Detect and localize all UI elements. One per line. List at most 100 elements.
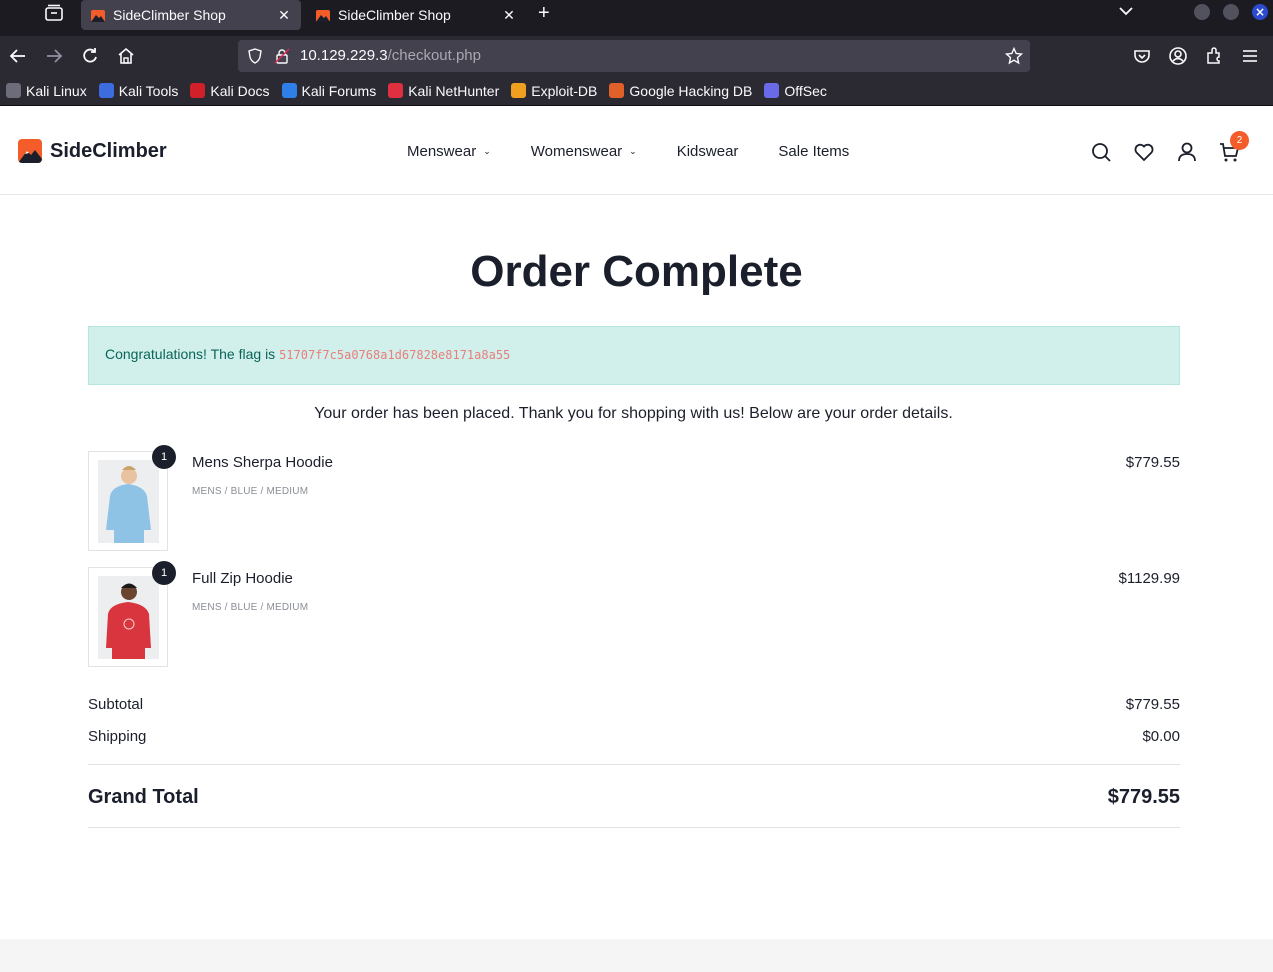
bookmark-label: Exploit-DB (531, 82, 598, 99)
hamburger-menu-icon[interactable] (1240, 46, 1260, 66)
site-logo[interactable]: SideClimber (18, 139, 167, 163)
chevron-down-icon: ⌄ (629, 146, 637, 156)
account-icon[interactable] (1168, 46, 1188, 66)
back-icon[interactable] (8, 46, 28, 66)
url-bar[interactable]: 10.129.229.3/checkout.php (238, 40, 1030, 72)
ghdb-icon (609, 83, 625, 98)
kali-docs-icon (190, 83, 206, 98)
url-text: 10.129.229.3/checkout.php (300, 47, 481, 64)
order-item: 1 Full Zip Hoodie MENS / BLUE / MEDIUM $… (88, 561, 1180, 667)
divider (88, 764, 1180, 765)
page-title: Order Complete (470, 247, 803, 296)
menu-item-kidswear[interactable]: Kidswear (677, 143, 739, 160)
nethunter-icon (388, 83, 404, 98)
tab-sideclimber[interactable]: SideClimber Shop ✕ (306, 0, 526, 30)
close-tab-icon[interactable]: ✕ (502, 7, 516, 24)
bookmark-label: Kali NetHunter (408, 82, 500, 99)
bookmark-item[interactable]: Kali Docs (190, 82, 270, 99)
product-thumbnail[interactable]: 1 (88, 561, 176, 667)
product-variant: MENS / BLUE / MEDIUM (192, 486, 309, 497)
brand-name: SideClimber (50, 139, 167, 162)
page-viewport: SideClimber Menswear ⌄ Womenswear ⌄ Kidswe… (0, 107, 1273, 972)
bookmark-item[interactable]: Exploit-DB (511, 83, 597, 99)
quantity-badge: 1 (152, 445, 176, 469)
bookmark-item[interactable]: Kali Forums (281, 82, 377, 99)
product-image (98, 460, 159, 543)
url-path: /checkout.php (387, 47, 481, 64)
menu-label: Kidswear (676, 143, 739, 160)
forward-icon[interactable] (44, 46, 64, 66)
menu-label: Sale Items (778, 143, 850, 160)
menu-item-womenswear[interactable]: Womenswear ⌄ (531, 143, 637, 160)
new-tab-icon[interactable]: + (538, 2, 550, 25)
product-image (98, 576, 159, 659)
bookmark-item[interactable]: Google Hacking DB (609, 83, 752, 99)
tab-overview-icon[interactable] (44, 4, 64, 22)
grand-total-label: Grand Total (88, 786, 199, 808)
alert-text: Congratulations! The flag is (105, 346, 280, 362)
tab-title: SideClimber Shop (338, 7, 451, 23)
product-name[interactable]: Full Zip Hoodie (192, 570, 293, 587)
bookmark-item[interactable]: Kali Tools (98, 82, 179, 99)
close-tab-icon[interactable]: ✕ (277, 7, 291, 24)
menu-item-sale-items[interactable]: Sale Items (778, 143, 849, 160)
bookmark-item[interactable]: Kali Linux (6, 83, 87, 99)
bookmark-item[interactable]: Kali NetHunter (388, 83, 499, 99)
tab-title: SideClimber Shop (113, 7, 226, 23)
quantity-badge: 1 (152, 561, 176, 585)
tab-sideclimber-active[interactable]: SideClimber Shop ✕ (81, 0, 301, 30)
bookmark-label: Kali Linux (26, 82, 87, 99)
exploit-db-icon (511, 83, 527, 98)
shipping-label: Shipping (88, 728, 147, 745)
close-window-icon[interactable]: × (1252, 4, 1268, 20)
pocket-icon[interactable] (1132, 46, 1152, 66)
product-price: $779.55 (1125, 454, 1180, 471)
product-thumbnail[interactable]: 1 (88, 445, 176, 551)
user-account-icon[interactable] (1176, 141, 1198, 163)
subtotal-value: $779.55 (1125, 696, 1180, 713)
sideclimber-favicon (316, 9, 330, 22)
subtotal-label: Subtotal (88, 696, 144, 713)
success-alert: Congratulations! The flag is 51707f7c5a0… (88, 326, 1180, 385)
wishlist-heart-icon[interactable] (1133, 141, 1155, 163)
product-name[interactable]: Mens Sherpa Hoodie (192, 454, 333, 471)
extensions-icon[interactable] (1204, 46, 1224, 66)
bookmark-star-icon[interactable] (1005, 47, 1023, 65)
kali-dragon-icon (6, 83, 21, 98)
offsec-icon (764, 83, 780, 98)
home-icon[interactable] (116, 46, 136, 66)
reload-icon[interactable] (80, 46, 100, 66)
divider (88, 827, 1180, 828)
bookmark-label: Kali Tools (118, 82, 179, 99)
maximize-window-icon[interactable] (1223, 4, 1239, 20)
bookmark-label: Google Hacking DB (629, 82, 753, 99)
bookmark-label: Kali Forums (301, 82, 377, 99)
main-menu: Menswear ⌄ Womenswear ⌄ Kidswear Sale Item… (407, 143, 889, 160)
cart-count-badge: 2 (1230, 131, 1249, 150)
grand-total-value: $779.55 (1107, 786, 1180, 808)
menu-item-menswear[interactable]: Menswear ⌄ (407, 143, 491, 160)
mountain-logo-icon (18, 139, 42, 163)
site-header: SideClimber Menswear ⌄ Womenswear ⌄ Kidswe… (0, 107, 1273, 195)
search-icon[interactable] (1090, 141, 1112, 163)
kali-tools-icon (98, 83, 114, 98)
bookmark-label: OffSec (784, 82, 827, 99)
site-footer (0, 939, 1273, 972)
bookmarks-toolbar: Kali Linux Kali Tools Kali Docs Kali Forums… (0, 76, 1273, 106)
not-secure-lock-icon[interactable] (274, 48, 290, 64)
bookmark-label: Kali Docs (210, 82, 270, 99)
bookmark-item[interactable]: OffSec (764, 83, 827, 99)
minimize-window-icon[interactable] (1194, 4, 1210, 20)
order-item: 1 Mens Sherpa Hoodie MENS / BLUE / MEDIU… (88, 445, 1180, 551)
browser-navigation-bar: 10.129.229.3/checkout.php (0, 36, 1273, 76)
tracking-shield-icon[interactable] (247, 48, 263, 64)
chevron-down-icon[interactable] (1118, 4, 1134, 18)
product-price: $1129.99 (1118, 570, 1180, 587)
order-thanks-message: Your order has been placed. Thank you fo… (314, 405, 953, 422)
shipping-value: $0.00 (1142, 728, 1180, 745)
kali-forums-icon (281, 83, 297, 98)
menu-label: Menswear (407, 143, 477, 160)
chevron-down-icon: ⌄ (483, 146, 491, 156)
shipping-row: Shipping $0.00 (88, 728, 1180, 745)
url-host: 10.129.229.3 (300, 47, 388, 64)
